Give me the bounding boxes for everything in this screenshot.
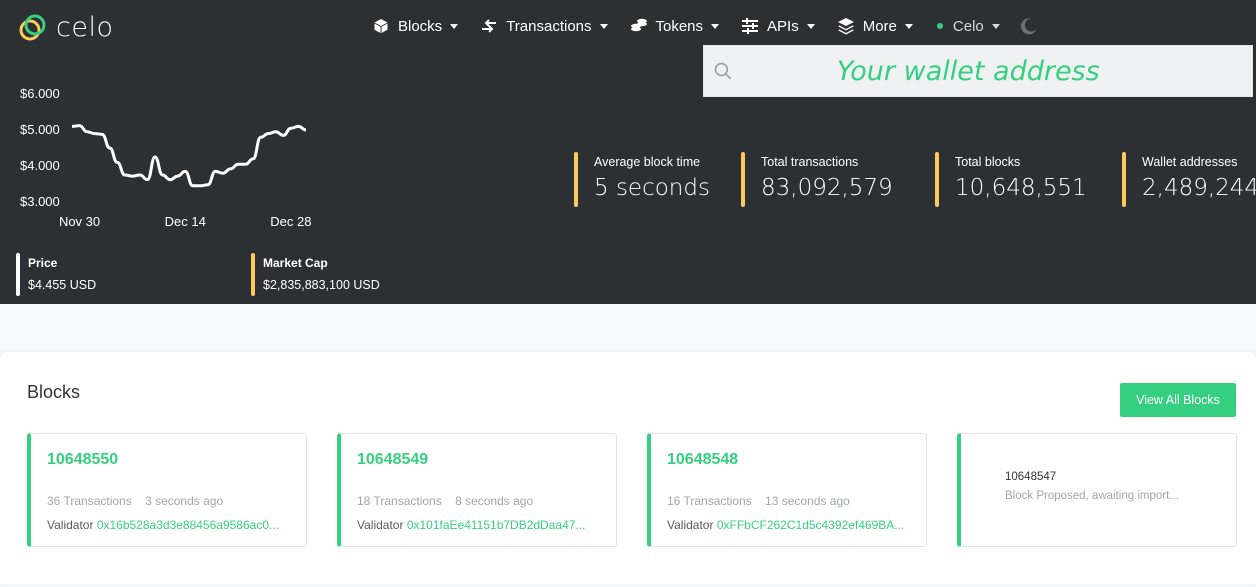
nav-blocks[interactable]: Blocks bbox=[372, 17, 459, 35]
stat-bar bbox=[574, 152, 578, 207]
price-value: $4.455 USD bbox=[28, 278, 97, 292]
stat-total-transactions: Total transactions 83,092,579 bbox=[741, 152, 893, 207]
chevron-down-icon bbox=[450, 23, 459, 29]
stat-wallet-addresses: Wallet addresses 2,489,244 bbox=[1122, 152, 1256, 207]
nav-blocks-label: Blocks bbox=[398, 17, 443, 35]
stat-value: 83,092,579 bbox=[761, 175, 893, 201]
x-tick-label: Dec 28 bbox=[270, 214, 311, 229]
validator-label: Validator bbox=[47, 518, 94, 532]
stat-bar bbox=[741, 152, 745, 207]
blocks-card: Blocks View All Blocks 10648550 36 Trans… bbox=[0, 352, 1256, 584]
search-icon bbox=[714, 62, 732, 80]
validator-address[interactable]: 0x101faEe41151b7DB2dDaa47... bbox=[407, 518, 586, 532]
layers-icon bbox=[837, 17, 855, 35]
view-all-blocks-button[interactable]: View All Blocks bbox=[1120, 383, 1236, 417]
price-bar bbox=[16, 253, 20, 296]
network-selector[interactable]: Celo bbox=[935, 18, 1000, 35]
moon-icon[interactable] bbox=[1020, 17, 1038, 35]
block-number[interactable]: 10648548 bbox=[667, 451, 738, 469]
price-chart: $6.000 $5.000 $4.000 $3.000 Nov 30 Dec 14 Dec … bbox=[20, 86, 312, 229]
chevron-down-icon bbox=[991, 23, 1000, 29]
pending-block-status: Block Proposed, awaiting import... bbox=[1005, 490, 1179, 502]
brand-name: celo bbox=[56, 12, 114, 43]
stat-total-blocks: Total blocks 10,648,551 bbox=[935, 152, 1087, 207]
celo-logo[interactable]: celo bbox=[18, 12, 113, 43]
nav-apis-label: APIs bbox=[767, 17, 799, 35]
search-input[interactable] bbox=[836, 55, 1252, 87]
sliders-icon bbox=[741, 17, 759, 35]
validator-label: Validator bbox=[357, 518, 404, 532]
y-tick-label: $5.000 bbox=[20, 122, 60, 137]
hero-dashboard: celo Blocks Transactions Tokens APIs Mor… bbox=[0, 0, 1256, 304]
block-number[interactable]: 10648550 bbox=[47, 451, 118, 469]
stat-label: Total blocks bbox=[955, 155, 1021, 169]
price-stat: Price $4.455 USD bbox=[16, 253, 96, 296]
network-status-icon bbox=[936, 23, 943, 29]
block-tx-count: 18 Transactions bbox=[357, 494, 442, 508]
nav-more-label: More bbox=[862, 17, 897, 35]
block-age: 8 seconds ago bbox=[455, 494, 534, 508]
block-meta: 16 Transactions 13 seconds ago bbox=[667, 494, 850, 508]
block-tile[interactable]: 10648550 36 Transactions 3 seconds ago V… bbox=[27, 433, 307, 547]
x-tick-label: Nov 30 bbox=[59, 214, 100, 229]
chevron-down-icon bbox=[711, 23, 720, 29]
nav-transactions[interactable]: Transactions bbox=[480, 17, 608, 35]
stat-value: 5 seconds bbox=[594, 175, 710, 201]
block-number[interactable]: 10648549 bbox=[357, 451, 428, 469]
arrows-exchange-icon bbox=[480, 17, 498, 35]
celo-logo-icon bbox=[19, 14, 46, 40]
stat-bar bbox=[935, 152, 939, 207]
price-series-line bbox=[71, 124, 307, 188]
chevron-down-icon bbox=[599, 23, 608, 29]
pending-block-tile[interactable]: 10648547 Block Proposed, awaiting import… bbox=[957, 433, 1237, 547]
validator-label: Validator bbox=[667, 518, 714, 532]
block-age: 13 seconds ago bbox=[765, 494, 850, 508]
stat-value: 2,489,244 bbox=[1142, 175, 1256, 201]
y-tick-label: $6.000 bbox=[20, 86, 60, 101]
blocks-title: Blocks bbox=[27, 382, 81, 402]
market-cap-bar bbox=[251, 253, 255, 296]
price-label: Price bbox=[28, 256, 58, 270]
block-validator: Validator 0x101faEe41151b7DB2dDaa47... bbox=[357, 518, 605, 532]
search-bar bbox=[703, 45, 1253, 97]
stat-average-block-time: Average block time 5 seconds bbox=[574, 152, 710, 207]
stat-bar bbox=[1122, 152, 1126, 207]
block-tile[interactable]: 10648548 16 Transactions 13 seconds ago … bbox=[647, 433, 927, 547]
nav-transactions-label: Transactions bbox=[506, 17, 592, 35]
nav-tokens[interactable]: Tokens bbox=[630, 17, 720, 35]
stat-label: Average block time bbox=[594, 155, 701, 169]
block-tile[interactable]: 10648549 18 Transactions 8 seconds ago V… bbox=[337, 433, 617, 547]
network-label: Celo bbox=[952, 17, 984, 35]
coins-icon bbox=[630, 17, 648, 35]
block-meta: 18 Transactions 8 seconds ago bbox=[357, 494, 533, 508]
nav-more[interactable]: More bbox=[837, 17, 913, 35]
market-cap-label: Market Cap bbox=[263, 256, 328, 270]
nav-tokens-label: Tokens bbox=[655, 17, 704, 35]
validator-address[interactable]: 0x16b528a3d3e88456a9586ac0... bbox=[97, 518, 279, 532]
block-tx-count: 36 Transactions bbox=[47, 494, 132, 508]
chevron-down-icon bbox=[904, 23, 913, 29]
nav-apis[interactable]: APIs bbox=[741, 17, 815, 35]
market-cap-value: $2,835,883,100 USD bbox=[263, 278, 380, 292]
block-validator: Validator 0xFFbCF262C1d5c4392ef469BA... bbox=[667, 518, 915, 532]
y-tick-label: $3.000 bbox=[20, 194, 60, 209]
stat-value: 10,648,551 bbox=[955, 175, 1087, 201]
chevron-down-icon bbox=[806, 23, 815, 29]
stat-label: Total transactions bbox=[761, 155, 859, 169]
validator-address[interactable]: 0xFFbCF262C1d5c4392ef469BA... bbox=[717, 518, 904, 532]
market-cap-stat: Market Cap $2,835,883,100 USD bbox=[251, 253, 380, 296]
block-meta: 36 Transactions 3 seconds ago bbox=[47, 494, 223, 508]
block-age: 3 seconds ago bbox=[145, 494, 224, 508]
pending-block-number: 10648547 bbox=[1005, 471, 1057, 483]
y-tick-label: $4.000 bbox=[20, 158, 60, 173]
block-validator: Validator 0x16b528a3d3e88456a9586ac0... bbox=[47, 518, 295, 532]
main-nav: Blocks Transactions Tokens APIs More Cel… bbox=[372, 14, 1038, 38]
cube-icon bbox=[372, 17, 390, 35]
x-tick-label: Dec 14 bbox=[165, 214, 206, 229]
block-tx-count: 16 Transactions bbox=[667, 494, 752, 508]
stat-label: Wallet addresses bbox=[1142, 155, 1238, 169]
